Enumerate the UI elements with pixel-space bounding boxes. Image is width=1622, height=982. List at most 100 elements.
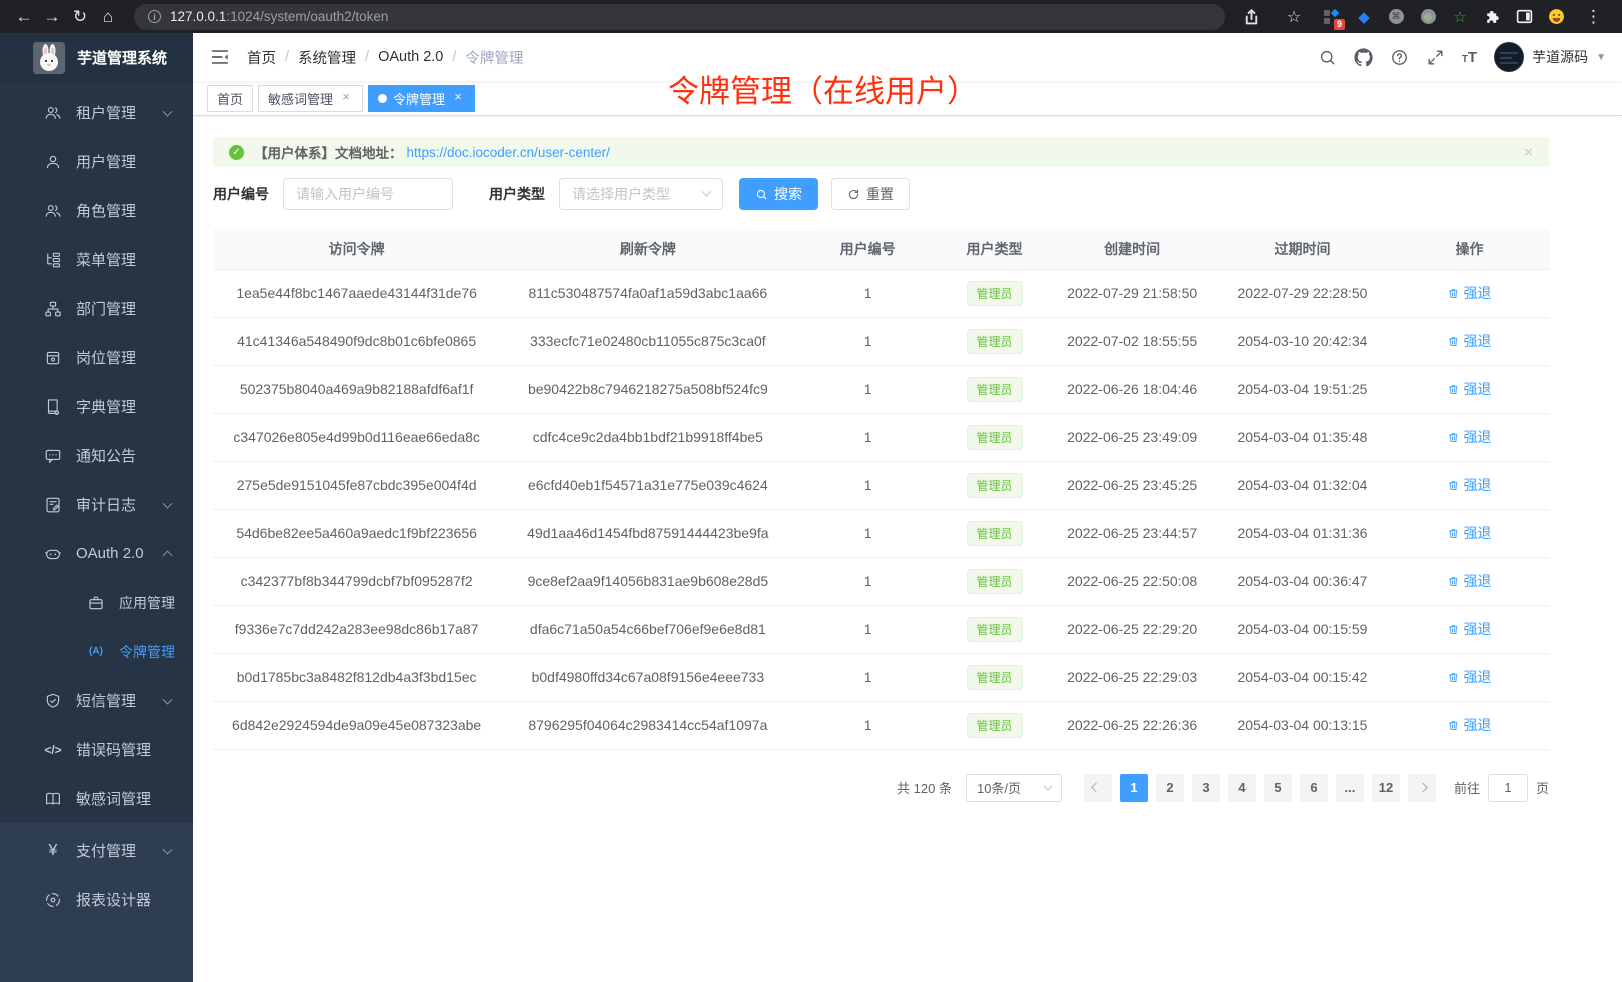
force-logout-button[interactable]: 强退 [1447,571,1491,591]
user-icon [43,152,63,172]
page-button[interactable]: 3 [1192,774,1220,802]
sidebar-item[interactable]: 部门管理 [0,284,193,333]
back-icon[interactable]: ← [10,3,38,31]
app-title: 芋道管理系统 [77,47,167,68]
user-type-badge: 管理员 [967,521,1023,546]
sidebar-item[interactable]: 短信管理 [0,676,193,725]
page-button[interactable]: 2 [1156,774,1184,802]
blocks-extension-icon[interactable]: 9 [1323,8,1341,26]
pay-yen-icon: ¥ [43,841,63,861]
sidebar-item[interactable]: 报表设计器 [0,875,193,924]
page-content: ✓ 【用户体系】文档地址： https://doc.iocoder.cn/use… [193,116,1622,802]
sidebar-item[interactable]: 角色管理 [0,186,193,235]
reset-button[interactable]: 重置 [831,178,910,210]
collapse-sidebar-icon[interactable] [209,46,231,68]
sidebar-item[interactable]: 租户管理 [0,88,193,137]
app-logo-row[interactable]: 芋道管理系统 [0,33,193,82]
share-icon[interactable] [1237,3,1265,31]
font-size-icon[interactable]: TT [1462,49,1477,66]
username: 芋道源码 [1532,47,1588,67]
next-page-button[interactable] [1408,774,1436,802]
emoji-extension-icon[interactable] [1547,8,1565,26]
sidepanel-extension-icon[interactable] [1515,8,1533,26]
action-cell: 强退 [1390,701,1549,749]
tab-close-icon[interactable]: × [339,91,353,105]
browser-chrome: ← → ↻ ⌂ i 127.0.0.1:1024/system/oauth2/t… [0,0,1622,33]
access-token-cell: b0d1785bc3a8482f812db4a3f3bd15ec [213,653,500,701]
sidebar-item[interactable]: 应用管理 [0,578,193,627]
fullscreen-icon[interactable] [1426,48,1445,67]
user-type-cell: 管理员 [940,365,1050,413]
tokens-table: 访问令牌刷新令牌用户编号用户类型创建时间过期时间操作 1ea5e44f8bc14… [213,229,1549,750]
reload-icon[interactable]: ↻ [66,3,94,31]
bookmark-star-icon[interactable]: ☆ [1280,3,1308,31]
address-bar[interactable]: i 127.0.0.1:1024/system/oauth2/token [134,4,1225,30]
tab-active[interactable]: 令牌管理× [368,85,475,112]
sidebar-item[interactable]: 岗位管理 [0,333,193,382]
force-logout-button[interactable]: 强退 [1447,331,1491,351]
sidebar-item[interactable]: OAuth 2.0 [0,529,193,578]
page-button[interactable]: 12 [1372,774,1400,802]
sidebar-item-active[interactable]: (A)令牌管理 [0,627,193,676]
breadcrumb-item[interactable]: OAuth 2.0 [378,49,443,65]
sidebar-item[interactable]: 敏感词管理 [0,774,193,823]
user-type-select[interactable]: 请选择用户类型 [559,178,723,210]
user-type-cell: 管理员 [940,605,1050,653]
sidebar-item[interactable]: 字典管理 [0,382,193,431]
goto-label: 前往 [1454,778,1480,797]
puzzle-extension-icon[interactable] [1483,8,1501,26]
github-icon[interactable] [1354,48,1373,67]
active-tab-dot-icon [378,94,387,103]
force-logout-button[interactable]: 强退 [1447,523,1491,543]
page-button[interactable]: 1 [1120,774,1148,802]
doc-link[interactable]: https://doc.iocoder.cn/user-center/ [407,145,610,160]
create-time-cell: 2022-06-25 22:29:03 [1049,653,1215,701]
site-info-icon[interactable]: i [148,10,161,23]
alert-close-icon[interactable]: × [1524,144,1533,161]
alert-text: 【用户体系】文档地址： [254,142,403,162]
sidebar-item[interactable]: ¥ 支付管理 [0,826,193,875]
table-row: b0d1785bc3a8482f812db4a3f3bd15ecb0df4980… [213,653,1549,701]
search-button[interactable]: 搜索 [739,178,818,210]
command-extension-icon[interactable]: ⌘ [1387,8,1405,26]
force-logout-button[interactable]: 强退 [1447,475,1491,495]
breadcrumb-item[interactable]: 首页 [247,47,276,68]
force-logout-button[interactable]: 强退 [1447,667,1491,687]
sms-shield-icon [43,691,63,711]
user-type-badge: 管理员 [967,617,1023,642]
search-icon[interactable] [1318,48,1337,67]
sidebar-item[interactable]: 用户管理 [0,137,193,186]
gem-extension-icon[interactable]: ◆ [1355,8,1373,26]
tab-close-icon[interactable]: × [451,91,465,105]
home-icon[interactable]: ⌂ [94,3,122,31]
help-icon[interactable] [1390,48,1409,67]
tab-item[interactable]: 首页 [207,85,253,112]
force-logout-button[interactable]: 强退 [1447,619,1491,639]
page-button[interactable]: 4 [1228,774,1256,802]
user-id-input[interactable] [283,178,453,210]
star-extension-icon[interactable]: ☆ [1451,8,1469,26]
expire-time-cell: 2054-03-04 00:13:15 [1215,701,1390,749]
user-menu[interactable]: 芋道源码 ▼ [1494,42,1606,72]
sidebar-menu-lower: ¥ 支付管理报表设计器 [0,823,193,982]
page-button[interactable]: 6 [1300,774,1328,802]
tab-item[interactable]: 敏感词管理× [258,85,363,112]
prev-page-button[interactable] [1084,774,1112,802]
browser-menu-icon[interactable]: ⋮ [1580,3,1608,31]
force-logout-button[interactable]: 强退 [1447,283,1491,303]
goto-page-input[interactable] [1488,774,1528,802]
sidebar-item[interactable]: 菜单管理 [0,235,193,284]
force-logout-button[interactable]: 强退 [1447,379,1491,399]
page-size-select[interactable]: 10条/页 [966,774,1062,802]
page-button[interactable]: 5 [1264,774,1292,802]
breadcrumb-item[interactable]: 系统管理 [298,47,356,68]
pager-ellipsis[interactable]: ... [1336,774,1364,802]
forward-icon[interactable]: → [38,3,66,31]
sidebar-item[interactable]: </>错误码管理 [0,725,193,774]
force-logout-button[interactable]: 强退 [1447,427,1491,447]
sidebar-item[interactable]: 审计日志 [0,480,193,529]
record-extension-icon[interactable] [1419,8,1437,26]
sidebar-item[interactable]: 通知公告 [0,431,193,480]
sidebar-item-label: 支付管理 [76,840,136,861]
force-logout-button[interactable]: 强退 [1447,715,1491,735]
